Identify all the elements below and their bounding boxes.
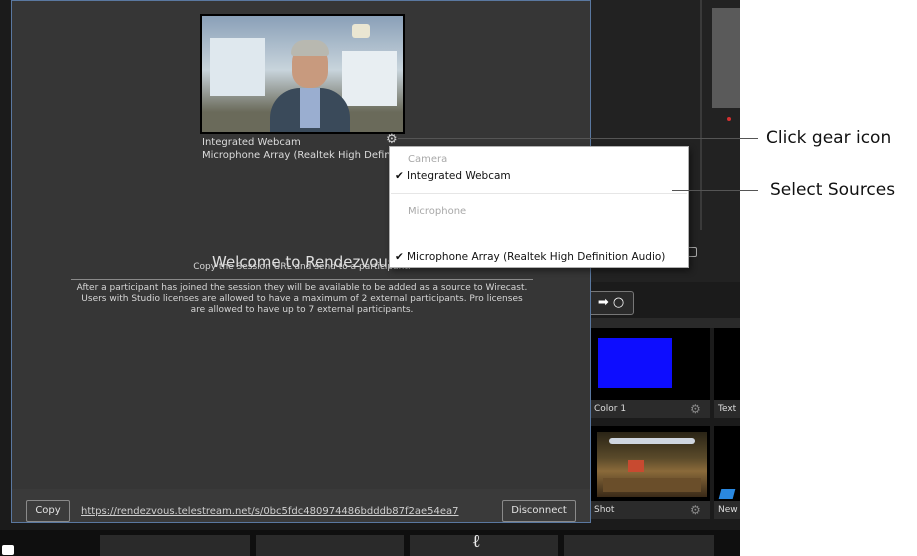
logo-mark (2, 545, 14, 555)
menu-item-label: Integrated Webcam (407, 170, 511, 182)
shot-thumbnail-blue (598, 338, 672, 388)
audio-meter (712, 8, 740, 108)
studio-screen (628, 460, 644, 472)
info-line-3: are allowed to have up to 7 external par… (190, 305, 414, 315)
gear-icon[interactable]: ⚙ (386, 133, 398, 147)
divider (71, 279, 533, 280)
layer-cell[interactable] (564, 535, 714, 556)
gear-icon[interactable]: ⚙ (690, 501, 701, 519)
layer-cell[interactable] (100, 535, 250, 556)
gear-icon[interactable]: ⚙ (690, 400, 701, 418)
menu-item-integrated-webcam[interactable]: ✔ Integrated Webcam (390, 167, 688, 185)
live-indicator (727, 117, 731, 121)
studio-desk (603, 478, 701, 492)
menu-separator (391, 193, 687, 194)
callout-line-gear (398, 138, 758, 139)
shot-tile-text[interactable] (714, 328, 740, 400)
info-line-2: Users with Studio licenses are allowed t… (81, 294, 523, 304)
shot-label-new: New (714, 501, 740, 519)
menu-header-camera: Camera (408, 154, 448, 165)
callout-sources: Select Sources (770, 180, 896, 200)
callout-line-sources (672, 190, 758, 191)
layer-cell[interactable] (256, 535, 404, 556)
checkmark-icon: ✔ (395, 170, 404, 182)
video-source-label: Integrated Webcam (202, 137, 301, 148)
copy-button[interactable]: Copy (26, 500, 70, 522)
callout-gear: Click gear icon (766, 128, 892, 148)
menu-header-microphone: Microphone (408, 206, 467, 217)
go-button[interactable]: ➡ ○ (588, 291, 634, 315)
layer-graphic: ℓ (472, 531, 481, 552)
menu-item-microphone-array[interactable]: ✔ Microphone Array (Realtek High Definit… (390, 248, 688, 266)
layer-cell[interactable] (410, 535, 558, 556)
menu-item-label: Microphone Array (Realtek High Definitio… (407, 251, 666, 263)
studio-lights (609, 438, 695, 444)
webcam-preview (200, 14, 405, 134)
checkmark-icon: ✔ (395, 251, 404, 263)
new-shot-icon (718, 489, 736, 499)
shot-label-text: Text (714, 400, 740, 418)
shot-strip-header (590, 318, 740, 328)
panel-divider (700, 0, 702, 230)
disconnect-button[interactable]: Disconnect (502, 500, 576, 522)
info-line-1: After a participant has joined the sessi… (76, 283, 528, 293)
source-dropdown-menu: Camera ✔ Integrated Webcam Microphone ✔ … (389, 146, 689, 268)
audio-source-label: Microphone Array (Realtek High Definitio (202, 150, 407, 161)
session-url-link[interactable]: https://rendezvous.telestream.net/s/0bc5… (81, 505, 459, 519)
